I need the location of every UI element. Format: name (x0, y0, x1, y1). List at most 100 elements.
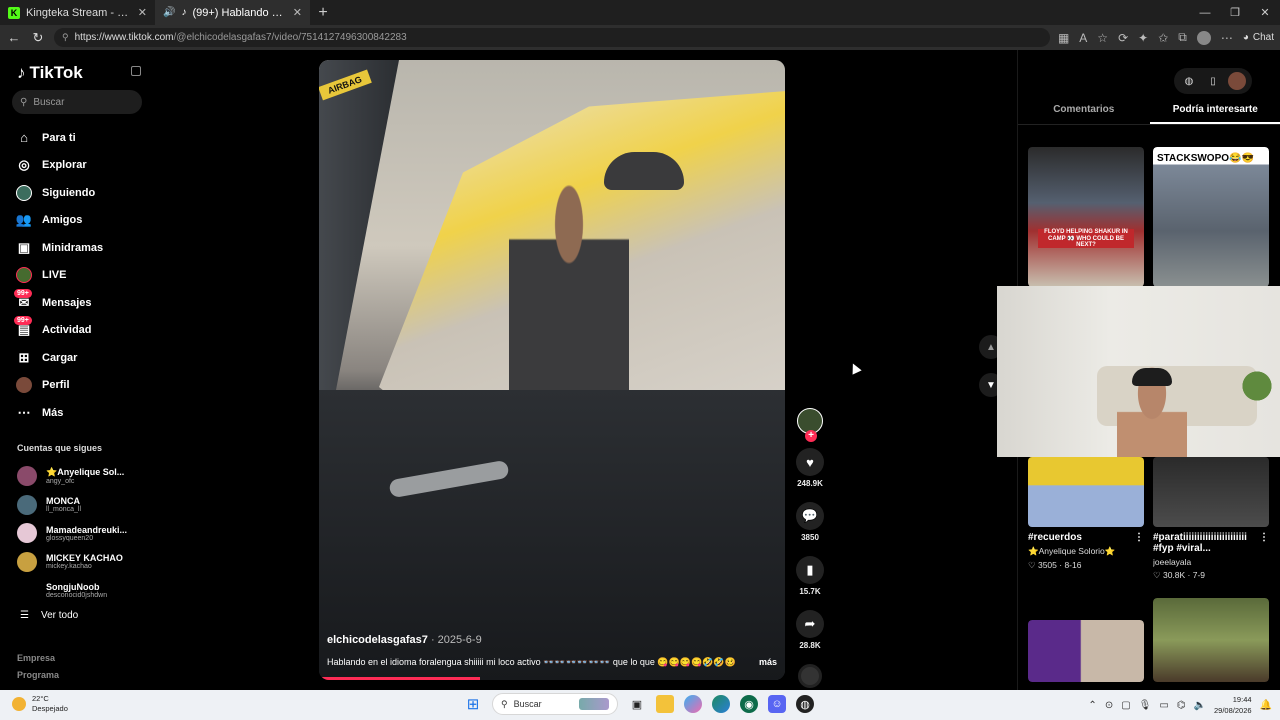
share-action[interactable]: ➦ 28.8K (796, 610, 824, 650)
recommended-video-card[interactable]: FLOYD HELPING SHAKUR IN CAMP 👀 WHO COULD… (1028, 147, 1144, 287)
clock[interactable]: 19:44 29/08/2026 (1214, 694, 1252, 716)
recommended-video-card[interactable]: #recuerdos ⋮ ⭐Anyelique Solorio⭐ ♡ 3505 ·… (1028, 457, 1144, 571)
profile-avatar[interactable] (1196, 30, 1211, 45)
refresh-ext-icon[interactable]: ⟳ (1118, 31, 1128, 45)
discord-icon[interactable]: ☺ (768, 695, 786, 713)
tab-comentarios[interactable]: Comentarios (1018, 98, 1150, 124)
recommended-video-card[interactable]: #paratiiiiiiiiiiiiiiiiiiiiiii #fyp #vira… (1153, 457, 1269, 581)
nav-mensajes[interactable]: ✉ 99+ Mensajes (14, 288, 103, 317)
tiktok-logo[interactable]: ♪ TikTok (17, 63, 83, 83)
app-tray-icon[interactable]: ⊙ (1105, 700, 1113, 711)
notifications-icon[interactable]: 🔔 (1260, 700, 1272, 711)
video-thumbnail (1028, 457, 1144, 527)
windows-start-icon[interactable]: ⊞ (464, 695, 482, 713)
lock-icon[interactable]: ▢ (1121, 700, 1130, 711)
more-options-icon[interactable]: ⋮ (1259, 532, 1269, 554)
translate-icon[interactable]: A (1079, 31, 1087, 45)
star-icon[interactable]: ☆ (1097, 31, 1108, 45)
copilot-chat-button[interactable]: ◕ Chat (1243, 32, 1274, 43)
friends-icon: 👥 (15, 212, 33, 228)
heart-icon[interactable]: ♥ (796, 448, 824, 476)
nav-amigos[interactable]: 👥 Amigos (16, 207, 103, 235)
close-icon[interactable]: ✕ (293, 6, 302, 19)
mic-icon[interactable]: 🎙 (1139, 700, 1152, 711)
footer-link[interactable]: Programa (17, 667, 59, 684)
more-options-icon[interactable]: ⋮ (1134, 532, 1144, 543)
following-account[interactable]: SongjuNoob desconocid0jshdwn (17, 576, 127, 605)
tab-title: Kingteka Stream - Watch Live on K (26, 6, 132, 19)
nav-mas[interactable]: ⋯ Más (16, 399, 103, 427)
task-view-icon[interactable]: ▣ (628, 695, 646, 713)
weather-widget[interactable]: 22°C Despejado (12, 694, 68, 714)
tab-tiktok[interactable]: 🔊 ♪ (99+) Hablando en el Idioma F ✕ (155, 0, 310, 25)
avatar[interactable] (1228, 72, 1246, 90)
creator-avatar[interactable]: + (797, 408, 823, 442)
restore-icon[interactable]: ❐ (1220, 0, 1250, 25)
nav-cargar[interactable]: ⊞ Cargar (16, 344, 103, 372)
like-action[interactable]: ♥ 248.9K (796, 448, 824, 488)
reload-icon[interactable]: ↻ (30, 30, 46, 46)
following-account[interactable]: ⭐Anyelique Sol... angy_ofc (17, 462, 127, 491)
network-icon[interactable]: ⌬ (1177, 700, 1186, 711)
avatar (17, 523, 37, 544)
bookmark-icon[interactable]: ▮ (796, 556, 824, 584)
nav-para-ti[interactable]: ⌂ Para ti (16, 124, 103, 152)
see-all-button[interactable]: ☰ Ver todo (20, 610, 78, 621)
close-icon[interactable]: ✕ (138, 6, 147, 19)
comment-icon[interactable]: 💬 (796, 502, 824, 530)
nav-perfil[interactable]: Perfil (16, 372, 103, 400)
card-stats: ♡ 3505 · 8-16 (1028, 560, 1082, 570)
tab-podria-interesarte[interactable]: Podría interesarte (1149, 98, 1280, 124)
card-author[interactable]: joeelayala (1153, 557, 1269, 567)
chevron-up-icon[interactable]: ⌃ (1088, 700, 1096, 711)
extension-icon[interactable]: ✦ (1138, 31, 1148, 45)
nav-actividad[interactable]: ▤ 99+ Actividad (14, 316, 103, 345)
phone-icon[interactable]: ▯ (1204, 72, 1222, 90)
music-disc-icon[interactable] (798, 664, 822, 688)
search-input[interactable]: ⚲ Buscar (12, 90, 142, 114)
compass-icon[interactable]: ◍ (1180, 72, 1198, 90)
new-tab-button[interactable]: + (310, 0, 336, 25)
close-window-icon[interactable]: ✕ (1250, 0, 1280, 25)
collapse-sidebar-button[interactable] (131, 66, 141, 76)
back-icon[interactable]: ← (6, 30, 22, 45)
follow-plus-icon[interactable]: + (805, 430, 817, 442)
speaker-icon[interactable]: 🔊 (163, 7, 175, 18)
video-progress-bar[interactable] (322, 677, 481, 680)
nav-explorar[interactable]: ◎ Explorar (16, 152, 103, 180)
save-action[interactable]: ▮ 15.7K (796, 556, 824, 596)
following-account[interactable]: MONCA ll_monca_ll (17, 491, 127, 520)
recommended-video-card[interactable]: STACKSWOPO😂😎 (1153, 147, 1269, 287)
more-link[interactable]: más (759, 657, 777, 668)
following-account[interactable]: Mamadeandreuki... glossyqueen20 (17, 519, 127, 548)
nav-live[interactable]: LIVE (16, 262, 103, 290)
nav-siguiendo[interactable]: Siguiendo (16, 179, 103, 207)
following-account[interactable]: MICKEY KACHAO mickey.kachao (17, 548, 127, 577)
comment-action[interactable]: 💬 3850 (796, 502, 824, 542)
menu-icon[interactable]: ⋯ (1221, 31, 1233, 45)
site-info-icon[interactable]: ⚲ (62, 32, 69, 43)
app-icon[interactable]: ◉ (740, 695, 758, 713)
collections-icon[interactable]: ⧉ (1178, 30, 1187, 45)
obs-icon[interactable]: ◍ (796, 695, 814, 713)
video-player[interactable]: AIRBAG elchicodelasgafas7 · 2025-6-9 Hab… (319, 60, 785, 680)
nav-minidramas[interactable]: ▣ Minidramas (16, 234, 103, 262)
recommended-video-card[interactable] (1153, 598, 1269, 682)
taskbar-search[interactable]: ⚲ Buscar (492, 693, 618, 715)
screen-icon[interactable]: ▭ (1159, 700, 1168, 711)
share-icon[interactable]: ➦ (796, 610, 824, 638)
volume-icon[interactable]: 🔈 (1194, 700, 1206, 711)
favorites-icon[interactable]: ✩ (1158, 31, 1168, 45)
file-explorer-icon[interactable] (656, 695, 674, 713)
card-author[interactable]: ⭐Anyelique Solorio⭐ (1028, 546, 1144, 557)
edge-icon[interactable] (712, 695, 730, 713)
url-field[interactable]: ⚲ https://www.tiktok.com/@elchicodelasga… (54, 28, 1050, 47)
minimize-icon[interactable]: — (1190, 0, 1220, 25)
tiktok-icon: ♪ (181, 7, 187, 18)
copilot-icon[interactable] (684, 695, 702, 713)
tab-kingteka[interactable]: K Kingteka Stream - Watch Live on K ✕ (0, 0, 155, 25)
footer-link[interactable]: Empresa (17, 650, 59, 667)
apps-icon[interactable]: ▦ (1058, 31, 1069, 45)
video-author[interactable]: elchicodelasgafas7 (327, 634, 428, 646)
recommended-video-card[interactable] (1028, 620, 1144, 682)
